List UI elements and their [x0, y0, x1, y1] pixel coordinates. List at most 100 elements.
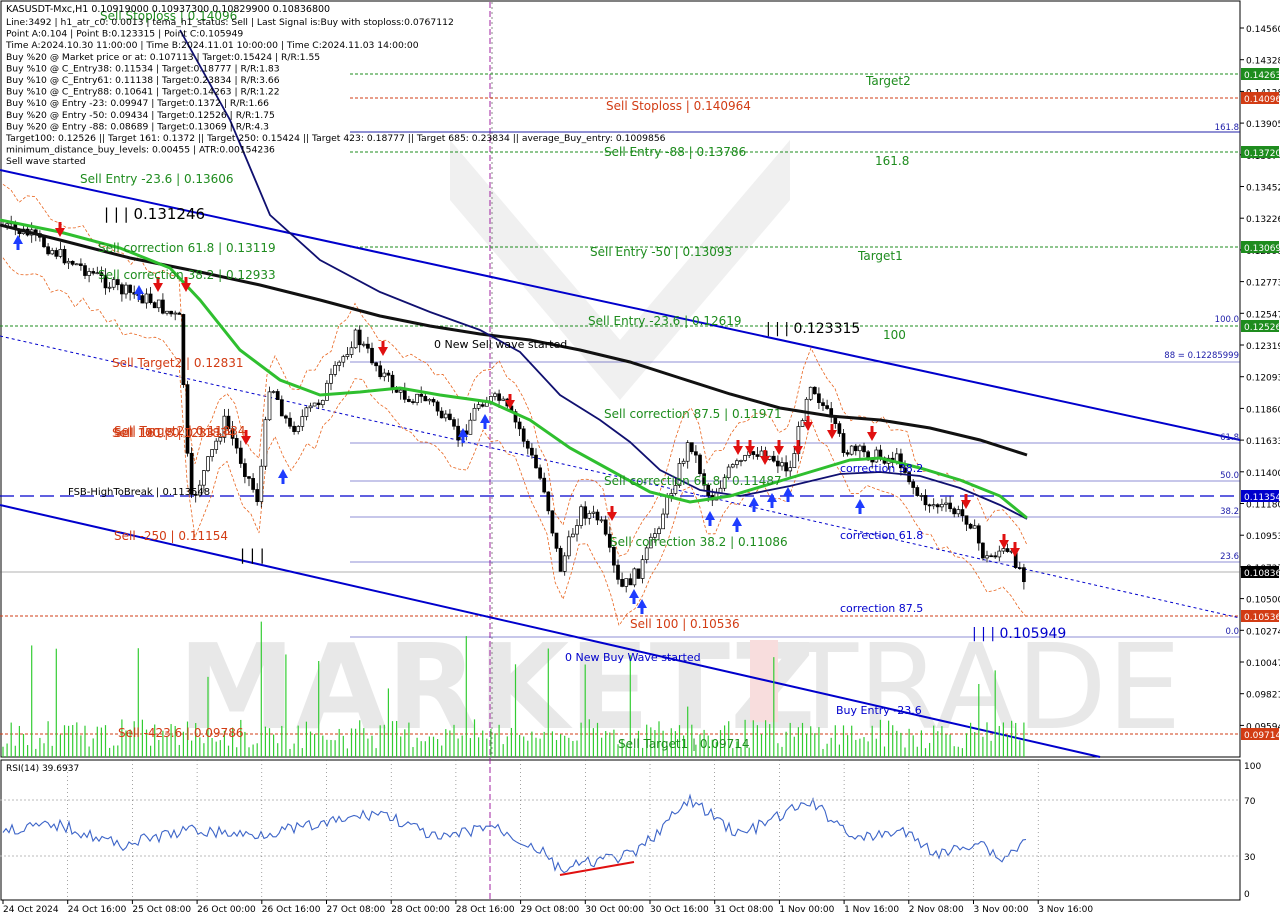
level-label: 100: [883, 328, 906, 342]
time-tick-label: 26 Oct 16:00: [262, 905, 321, 915]
time-tick-label: 31 Oct 08:00: [715, 905, 774, 915]
fib-label: 23.6: [1220, 552, 1239, 562]
time-tick-label: 1 Nov 00:00: [779, 905, 834, 915]
fib-label: 50.0: [1220, 471, 1239, 481]
price-chart: MARKETZ TRADE Target2Sell Entry -88 | 0.…: [0, 0, 1280, 915]
time-tick-label: 29 Oct 08:00: [521, 905, 580, 915]
time-tick-label: 28 Oct 16:00: [456, 905, 515, 915]
price-tick-label: 0.11860: [1246, 405, 1280, 415]
price-tag-label: 0.11354: [1244, 493, 1280, 503]
level-label: Sell Target2 | 0.12831: [112, 356, 244, 370]
info-line: Sell wave started: [6, 156, 86, 167]
info-line: Buy %10 @ Entry -23: 0.09947 | Target:0.…: [6, 98, 269, 109]
wave-label: 0 New Buy Wave started: [565, 651, 701, 664]
price-tag-label: 0.14263: [1244, 71, 1280, 81]
rsi-series: [2, 793, 1027, 874]
rsi-tick-label: 0: [1244, 890, 1250, 900]
level-label: Sell correction 61.8 | 0.13119: [98, 241, 276, 255]
rsi-tick-label: 30: [1244, 853, 1256, 863]
info-line: Buy %20 @ Entry -88: 0.08689 | Target:0.…: [6, 121, 269, 132]
info-line: Target100: 0.12526 || Target 161: 0.1372…: [5, 133, 666, 144]
time-tick-label: 24 Oct 16:00: [68, 905, 127, 915]
price-tag-label: 0.13069: [1244, 244, 1280, 254]
point-label: | | | 0.105949: [972, 626, 1066, 642]
info-line: Buy %10 @ C_Entry38: 0.11534 | Target:0.…: [6, 63, 280, 74]
fib-label: 88 = 0.12285999: [1164, 351, 1239, 361]
level-label: Sell Entry -23.6 | 0.12619: [588, 314, 742, 328]
chart-window: MARKETZ TRADE Target2 Sell Entry -88 | 0…: [0, 0, 1280, 920]
price-tick-label: 0.14328: [1246, 57, 1280, 67]
wave-label: correction 38.2: [840, 462, 923, 475]
time-axis: 24 Oct 2024 24 Oct 16:00 25 Oct 08:00 26 Oc…: [2, 760, 1093, 915]
level-label: Sell correction 38.2 | 0.12933: [98, 268, 276, 282]
time-tick-label: 24 Oct 2024: [3, 905, 59, 915]
info-line: Buy %20 @ Market price or at: 0.107113 |…: [6, 52, 320, 63]
price-tick-label: 0.09821: [1246, 691, 1280, 701]
rsi-divergence-line: [559, 861, 635, 876]
info-line: Buy %20 @ Entry -50: 0.09434 | Target:0.…: [6, 110, 275, 121]
rsi-tick-label: 70: [1244, 797, 1256, 807]
price-tick-label: 0.12093: [1246, 374, 1280, 384]
rsi-tick-label: 100: [1244, 762, 1261, 772]
time-tick-label: 30 Oct 00:00: [585, 905, 644, 915]
fib-label: 100.0: [1215, 315, 1239, 325]
time-tick-label: 3 Nov 00:00: [974, 905, 1029, 915]
level-label: Sell Stoploss | 0.140964: [606, 99, 751, 113]
point-label: Sell 100 | 0.10536: [630, 617, 740, 631]
rsi-line: [2, 793, 1027, 874]
price-tag-label: 0.10536: [1244, 613, 1280, 623]
time-tick-label: 1 Nov 16:00: [844, 905, 899, 915]
time-tick-label: 30 Oct 16:00: [650, 905, 709, 915]
point-label: | | | 0.131246: [104, 205, 205, 223]
info-line: Point A:0.104 | Point B:0.123315 | Point…: [6, 29, 243, 40]
level-label: Sell correction 61.8 | 0.11487: [604, 474, 782, 488]
price-tag-label: 0.13720: [1244, 149, 1280, 159]
level-label: Sell correction 38.2 | 0.11086: [610, 535, 788, 549]
level-label: Sell -423.6 | 0.09786: [118, 726, 243, 740]
info-panel: KASUSDT-Mxc,H1 0.10919000 0.10937300 0.1…: [5, 4, 666, 167]
price-tick-label: 0.13905: [1246, 120, 1280, 130]
info-line: Time A:2024.10.30 11:00:00 | Time B:2024…: [5, 40, 419, 51]
price-tick-label: 0.12547: [1246, 310, 1280, 320]
price-tag-label: 0.09714: [1244, 731, 1280, 741]
symbol-header: KASUSDT-Mxc,H1 0.10919000 0.10937300 0.1…: [6, 4, 330, 15]
price-tick-label: 0.13452: [1246, 184, 1280, 194]
level-label: Sell correction 87.5 | 0.11971: [604, 407, 782, 421]
level-label: Sell Entry -50 | 0.13093: [590, 245, 732, 259]
point-label: | | |: [240, 546, 265, 564]
price-tick-label: 0.10274: [1246, 627, 1280, 637]
time-tick-label: 28 Oct 00:00: [391, 905, 450, 915]
price-tick-label: 0.11400: [1246, 469, 1280, 479]
info-line: Buy %10 @ C_Entry61: 0.11138 | Target:0.…: [6, 75, 280, 86]
price-tag-label: 0.12526: [1244, 323, 1280, 333]
fib-label: 38.2: [1220, 507, 1239, 517]
info-line: Buy %10 @ C_Entry88: 0.10641 | Target:0.…: [6, 87, 280, 98]
fib-label: 0.0: [1225, 627, 1239, 637]
time-tick-label: 3 Nov 16:00: [1038, 905, 1093, 915]
time-tick-label: 25 Oct 08:00: [132, 905, 191, 915]
level-label: Sell Target1 | 0.09714: [618, 737, 750, 751]
price-tick-label: 0.10953: [1246, 532, 1280, 542]
moving-average-navy: [179, 29, 1028, 520]
level-label: Sell Entry -23.6 | 0.13606: [80, 172, 234, 186]
price-tick-label: 0.10500: [1246, 596, 1280, 606]
wave-label: 0 New Sell wave started: [434, 338, 567, 351]
fib-label: 161.8: [1215, 123, 1239, 133]
point-label: FSB-HighToBreak | 0.113548: [68, 487, 210, 498]
info-line: minimum_distance_buy_levels: 0.00455 | A…: [6, 145, 275, 156]
point-label: | | | 0.123315: [766, 321, 860, 337]
fib-label: 61.8: [1220, 433, 1239, 443]
price-tick-label: 0.12319: [1246, 342, 1280, 352]
wave-label: Buy Entry -23.6: [836, 704, 922, 717]
wave-label: correction 61.8: [840, 529, 923, 542]
price-tick-label: 0.14560: [1246, 25, 1280, 35]
level-label: Sell 161.8 | 0.11834: [114, 426, 235, 440]
level-label: 161.8: [875, 154, 909, 168]
price-tag-label: 0.10836: [1244, 569, 1280, 579]
level-label: Target2: [865, 74, 911, 88]
level-label: Sell -250 | 0.11154: [114, 529, 228, 543]
time-tick-label: 27 Oct 08:00: [327, 905, 386, 915]
info-line: Line:3492 | h1_atr_c0: 0.0013 | tema_h1_…: [6, 17, 454, 28]
level-label: Sell Entry -88 | 0.13786: [604, 145, 746, 159]
price-tick-label: 0.10047: [1246, 659, 1280, 669]
